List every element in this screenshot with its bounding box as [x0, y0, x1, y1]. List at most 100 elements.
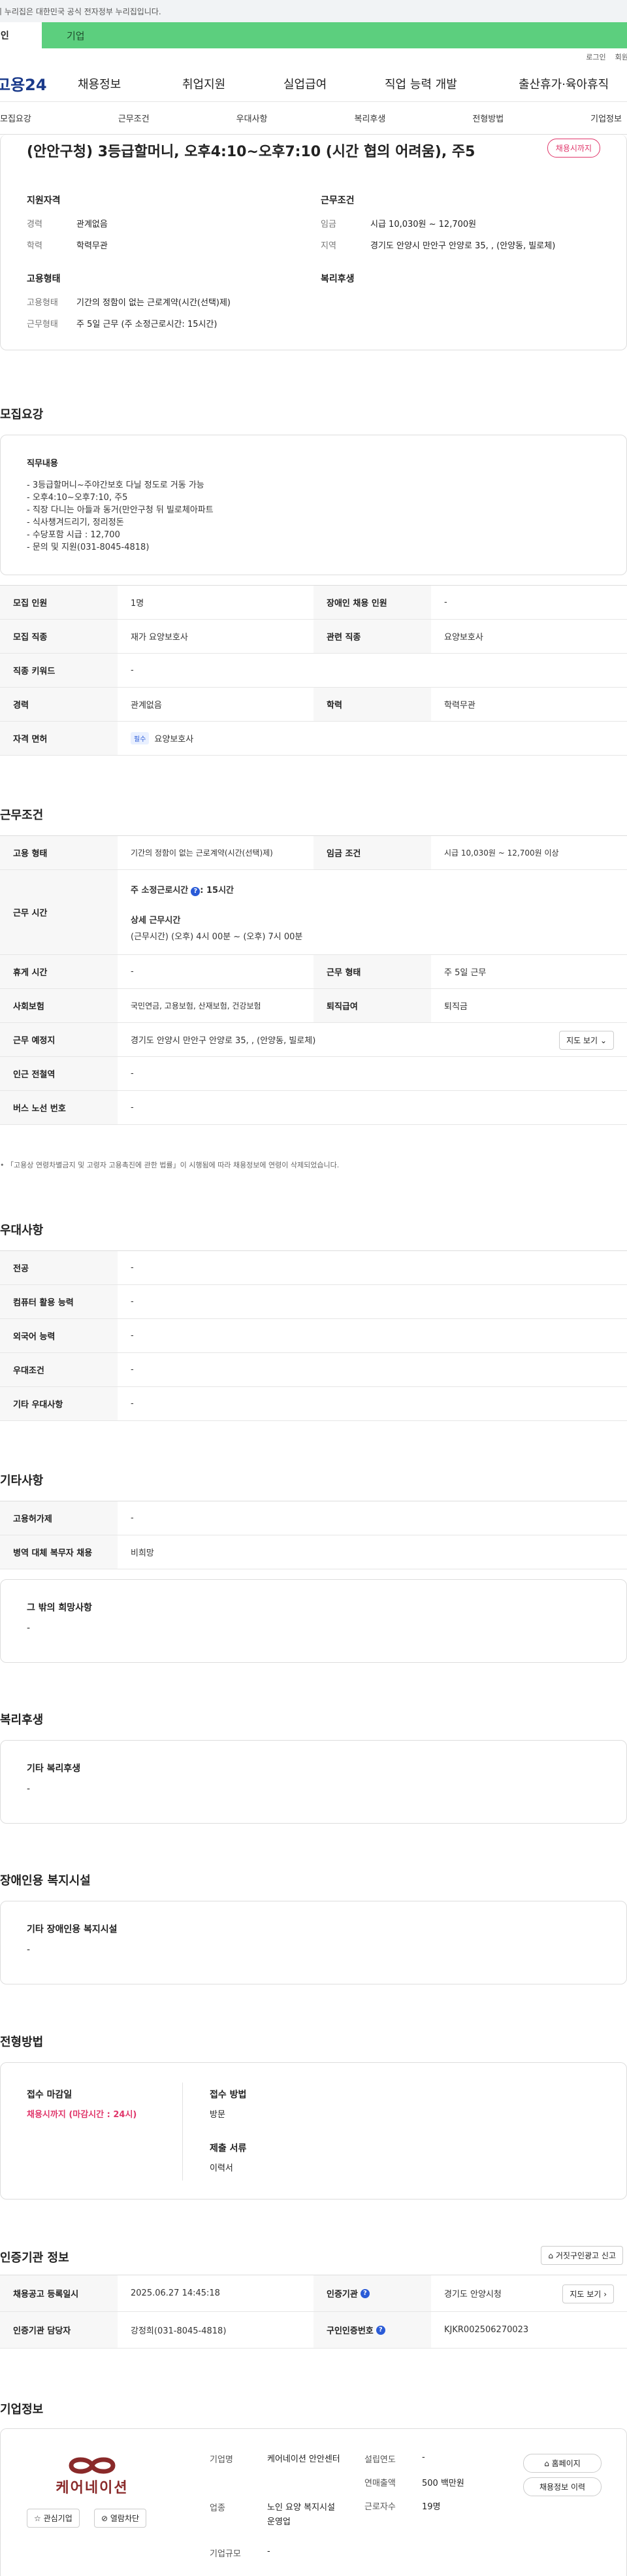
deadline-value: 채용시까지 (마감시간 : 24시) [27, 2110, 137, 2120]
info-icon[interactable]: ? [191, 886, 201, 896]
cell-key: 구인인증번호? [314, 2312, 431, 2348]
false-ad-report-button[interactable]: ⌂ 거짓구인광고 신고 [541, 2246, 623, 2265]
industry-value: 노인 요양 복지시설 운영업 [267, 2503, 335, 2527]
subnav-company[interactable]: 기업정보 [590, 112, 622, 124]
tab-personal[interactable]: 개인 [0, 22, 42, 48]
cell-value: - [131, 1399, 134, 1409]
subnav-recruit[interactable]: 모집요강 [0, 112, 31, 124]
table-row: 컴퓨터 활용 능력 - [0, 1285, 627, 1319]
table-row: 병역 대체 복무자 채용 비희망 [0, 1535, 627, 1569]
cell-key: 사회보험 [0, 989, 118, 1022]
summary-employment: 고용형태 고용형태 기간의 정함이 없는 근로계약(시간(선택)제) 근무형태 주 … [27, 272, 231, 339]
company-size-key: 기업규모 [210, 2549, 241, 2559]
block-view-button[interactable]: ⊘ 열람차단 [94, 2509, 147, 2528]
summary-key: 근무형태 [27, 320, 58, 329]
gnb-item-unemployment[interactable]: 실업급여 [283, 75, 385, 92]
gnb-item-jobs[interactable]: 채용정보 [78, 75, 182, 92]
cell-value: - [131, 1263, 134, 1273]
login-link[interactable]: 로그인 [586, 52, 605, 62]
tab-company[interactable]: 기업 [42, 22, 627, 48]
job-history-button[interactable]: 채용정보 이력 [523, 2477, 602, 2496]
summary-value: 시급 10,030원 ~ 12,700원 [370, 220, 477, 229]
summary-value: 경기도 안양시 만안구 안양로 35, , (안양동, 빌로체) [370, 241, 556, 251]
cell-key: 전공 [0, 1251, 118, 1284]
summary-value: 주 5일 근무 (주 소정근로시간: 15시간) [76, 320, 217, 329]
cell-key: 임금 조건 [314, 836, 431, 869]
table-row: 경력 관계없음 학력 학력무관 [0, 688, 627, 722]
signup-link[interactable]: 회원가 [615, 52, 627, 62]
subnav-welfare[interactable]: 복리후생 [354, 112, 385, 124]
deadline-heading: 접수 마감일 [27, 2090, 72, 2100]
cell-value: - [131, 1297, 134, 1307]
cell-key: 경력 [0, 688, 118, 721]
cell-value: - [131, 665, 134, 675]
cell-value: - [444, 597, 447, 607]
welfare-heading: 기타 복리후생 [27, 1764, 81, 1774]
summary-emp-heading: 고용형태 [27, 274, 61, 284]
gnb-item-employment-support[interactable]: 취업지원 [182, 75, 283, 92]
subnav-conditions[interactable]: 근무조건 [118, 112, 150, 124]
summary-key: 고용형태 [27, 298, 58, 308]
home-icon: ⌂ [544, 2459, 549, 2468]
method-value: 방문 [210, 2110, 225, 2120]
subnav-preference[interactable]: 우대사항 [236, 112, 268, 124]
cell-value: 요양보호사 [444, 633, 483, 643]
work-title: 근무조건 [0, 809, 44, 822]
cell-key: 고용 형태 [0, 836, 118, 869]
recruit-table: 모집 인원 1명 장애인 채용 인원 - 모집 직종 재가 요양보호사 관련 직… [0, 585, 627, 756]
company-name-key: 기업명 [210, 2455, 233, 2465]
favorite-company-button[interactable]: ☆ 관심기업 [27, 2509, 80, 2528]
map-view-button[interactable]: 지도 보기 ⌄ [559, 1031, 614, 1050]
tab-company-label: 기업 [67, 29, 85, 42]
site-logo[interactable]: 고용24 [0, 72, 78, 95]
info-icon[interactable]: ? [360, 2288, 370, 2298]
homepage-button[interactable]: ⌂ 홈페이지 [523, 2454, 602, 2473]
summary-row: 고용형태 기간의 정함이 없는 근로계약(시간(선택)제) [27, 295, 231, 308]
other-wishes-value: - [27, 1623, 31, 1633]
duty-lines: - 3등급할머니~주야간보호 다닐 정도로 거동 가능 - 오후4:10~오후7… [27, 479, 600, 554]
table-row: 휴게 시간 - 근무 형태 주 5일 근무 [0, 955, 627, 989]
employees-key: 근로자수 [364, 2502, 396, 2512]
work-table: 고용 형태 기간의 정함이 없는 근로계약(시간(선택)제) 임금 조건 시급 … [0, 835, 627, 1125]
cell-key: 기타 우대사항 [0, 1387, 118, 1420]
process-title: 전형방법 [0, 2035, 44, 2049]
cell-key: 버스 노선 번호 [0, 1091, 118, 1124]
cell-value: 주 5일 근무 [444, 968, 487, 978]
subnav-process[interactable]: 전형방법 [472, 112, 504, 124]
welfare-title: 복리후생 [0, 1713, 44, 1727]
gnb-item-parental-leave[interactable]: 출산휴가·육아휴직 [519, 75, 609, 92]
cell-key: 장애인 채용 인원 [314, 586, 431, 619]
table-row: 외국어 능력 - [0, 1319, 627, 1353]
license-value: 요양보호사 [154, 735, 194, 744]
cell-key: 근무 예정지 [0, 1023, 118, 1056]
gnb-item-training[interactable]: 직업 능력 개발 [385, 75, 519, 92]
table-row: 버스 노선 번호 - [0, 1091, 627, 1125]
cell-key: 직종 키워드 [0, 654, 118, 687]
docs-heading: 제출 서류 [210, 2143, 247, 2154]
cell-key: 퇴직급여 [314, 989, 431, 1022]
etc-title: 기타사항 [0, 1474, 44, 1488]
etc-table: 고용허가제 - 병역 대체 복무자 채용 비희망 [0, 1501, 627, 1569]
chevron-right-icon: › [603, 2290, 607, 2299]
duty-line: - 직장 다니는 아들과 동거(만안구청 뒤 빌로체아파트 [27, 505, 214, 515]
duty-line: - 오후4:10~오후7:10, 주5 [27, 493, 128, 503]
cell-value: - [131, 967, 134, 977]
cell-key: 관련 직종 [314, 620, 431, 653]
summary-qualification: 지원자격 경력 관계없음 학력 학력무관 [27, 193, 108, 260]
table-row: 고용 형태 기간의 정함이 없는 근로계약(시간(선택)제) 임금 조건 시급 … [0, 836, 627, 870]
cell-key: 인증기관 담당자 [0, 2312, 118, 2348]
org-map-button[interactable]: 지도 보기 › [562, 2284, 614, 2303]
age-law-note: • 「고용상 연령차별금지 및 고령자 고용촉진에 관한 법률」이 시행됨에 따… [0, 1161, 340, 1169]
cell-value: 국민연금, 고용보험, 산재보험, 건강보험 [131, 1001, 261, 1011]
info-icon[interactable]: ? [376, 2325, 385, 2335]
docs-value: 이력서 [210, 2164, 233, 2173]
divider [182, 2083, 183, 2181]
summary-welfare-heading: 복리후생 [321, 274, 355, 284]
cell-value: 필수 요양보호사 [118, 722, 193, 755]
duty-line: - 문의 및 지원(031-8045-4818) [27, 543, 150, 552]
cell-value: 강정희(031-8045-4818) [131, 2326, 227, 2336]
sales-value: 500 백만원 [422, 2479, 464, 2488]
cell-key: 병역 대체 복무자 채용 [0, 1535, 118, 1569]
weekly-hours-label: 주 소정근로시간 [131, 885, 189, 895]
weekly-hours-value: : 15시간 [200, 885, 234, 895]
